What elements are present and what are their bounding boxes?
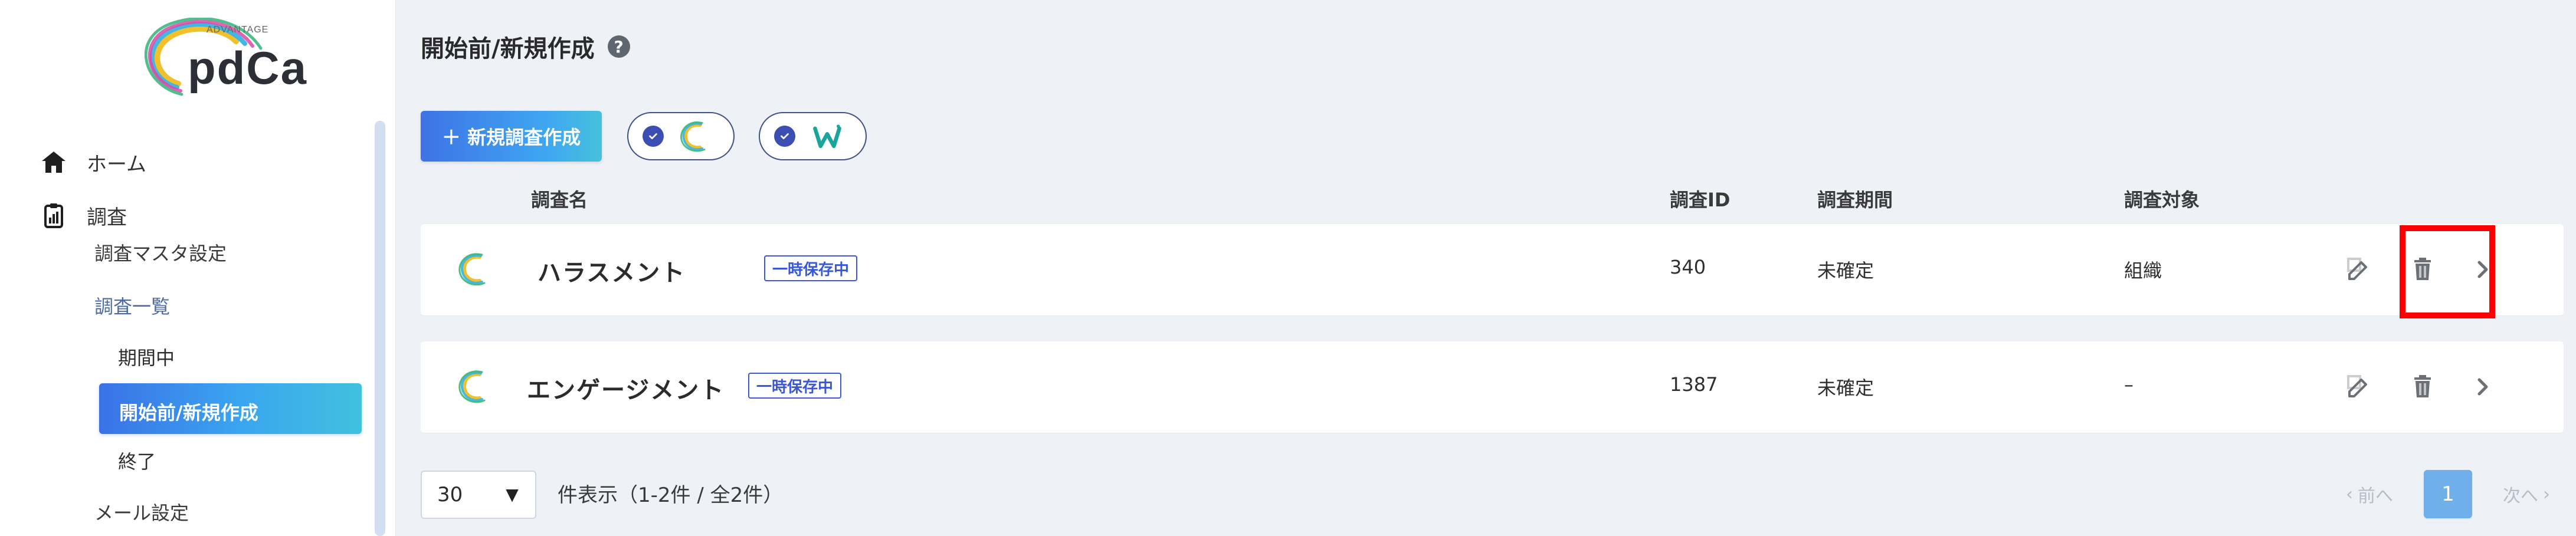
sidebar-scrollbar[interactable] [375, 121, 385, 536]
survey-id: 340 [1670, 256, 1706, 278]
survey-target: 組織 [2124, 259, 2162, 282]
sidebar-scrollbar-thumb[interactable] [375, 121, 385, 536]
survey-target: – [2124, 373, 2133, 396]
survey-name[interactable]: エンゲージメント [527, 371, 725, 405]
sidebar-subitem-mail-settings[interactable]: メール設定 [94, 498, 189, 525]
new-survey-button[interactable]: ＋ 新規調査作成 [421, 111, 602, 162]
w-logo-icon [808, 117, 846, 155]
edit-icon [2347, 375, 2367, 397]
filter-chip-w[interactable] [759, 112, 867, 160]
pagination-next[interactable]: 次へ › [2503, 481, 2550, 507]
page-size-select[interactable]: 30 ▼ [421, 471, 536, 519]
survey-period: 未確定 [1817, 259, 1874, 282]
col-header-period: 調査期間 [1817, 189, 1893, 211]
sidebar-item-label: 調査 [87, 205, 127, 229]
advantage-c-logo-icon [677, 117, 715, 155]
pagination: ‹ 前へ 1 次へ › [2346, 470, 2550, 518]
table-row[interactable]: ハラスメント 一時保存中 340 未確定 組織 [421, 224, 2564, 315]
sidebar-item-survey[interactable]: 調査 [38, 198, 127, 233]
sidebar-item-home[interactable]: ホーム [38, 144, 146, 180]
survey-id: 1387 [1670, 373, 1718, 396]
trash-icon [2414, 375, 2431, 397]
table-row[interactable]: エンゲージメント 一時保存中 1387 未確定 – [421, 341, 2564, 433]
table-header: 調査名 調査ID 調査期間 調査対象 [395, 185, 2576, 215]
sidebar-subitem-ongoing[interactable]: 期間中 [118, 343, 175, 370]
clipboard-icon [38, 200, 69, 231]
col-header-target: 調査対象 [2124, 189, 2200, 211]
sidebar: ADVANTAGE pdCa ホーム 調査 調査マスタ設定 調査一覧 期間中 開… [0, 0, 395, 536]
filter-chip-advantage[interactable] [627, 112, 735, 160]
survey-period: 未確定 [1817, 377, 1874, 399]
pagination-prev[interactable]: ‹ 前へ [2346, 481, 2393, 507]
sidebar-item-label: ホーム [87, 152, 146, 176]
edit-button[interactable] [2336, 246, 2382, 292]
sidebar-subitem-survey-master[interactable]: 調査マスタ設定 [94, 239, 227, 266]
home-icon [38, 147, 69, 177]
chevron-right-icon [2477, 378, 2488, 396]
delete-button[interactable] [2400, 246, 2446, 292]
brand-logo[interactable]: ADVANTAGE pdCa [124, 18, 306, 118]
sidebar-subitem-survey-list[interactable]: 調査一覧 [94, 292, 170, 319]
trash-icon [2414, 258, 2431, 280]
col-header-name: 調査名 [531, 189, 588, 211]
col-header-id: 調査ID [1670, 189, 1731, 211]
chevron-right-icon: › [2543, 484, 2550, 505]
dropdown-arrow-icon: ▼ [506, 485, 519, 504]
page-title: 開始前/新規作成 [421, 35, 595, 63]
delete-button[interactable] [2400, 364, 2446, 410]
survey-logo-icon [456, 367, 494, 405]
pagination-prev-label: 前へ [2358, 486, 2393, 507]
edit-icon [2347, 258, 2367, 280]
survey-logo-icon [456, 250, 494, 288]
chevron-right-icon [2477, 261, 2488, 278]
row-chevron-button[interactable] [2460, 364, 2506, 410]
check-icon [643, 126, 664, 147]
pagination-range-text: 件表示（1-2件 / 全2件） [558, 484, 784, 507]
chevron-left-icon: ‹ [2346, 484, 2353, 505]
pagination-next-label: 次へ [2503, 486, 2538, 507]
edit-button[interactable] [2336, 364, 2382, 410]
survey-name[interactable]: ハラスメント [538, 254, 686, 288]
page-size-value: 30 [437, 483, 463, 507]
brand-small-text: ADVANTAGE [207, 25, 269, 35]
app-root: ADVANTAGE pdCa ホーム 調査 調査マスタ設定 調査一覧 期間中 開… [0, 0, 2576, 536]
sidebar-subitem-finished[interactable]: 終了 [118, 447, 156, 474]
main-content: 開始前/新規作成 ? ＋ 新規調査作成 調査名 調査ID 調査期間 調査対象 ハ… [395, 0, 2576, 536]
check-icon [774, 126, 795, 147]
help-icon[interactable]: ? [607, 35, 630, 58]
status-badge: 一時保存中 [764, 255, 858, 281]
page-title-row: 開始前/新規作成 ? [421, 29, 630, 64]
status-badge: 一時保存中 [748, 373, 842, 399]
brand-name: pdCa [188, 42, 307, 94]
sidebar-subitem-active[interactable]: 開始前/新規作成 [119, 398, 258, 425]
row-chevron-button[interactable] [2460, 246, 2506, 292]
pagination-page-current[interactable]: 1 [2424, 470, 2472, 518]
